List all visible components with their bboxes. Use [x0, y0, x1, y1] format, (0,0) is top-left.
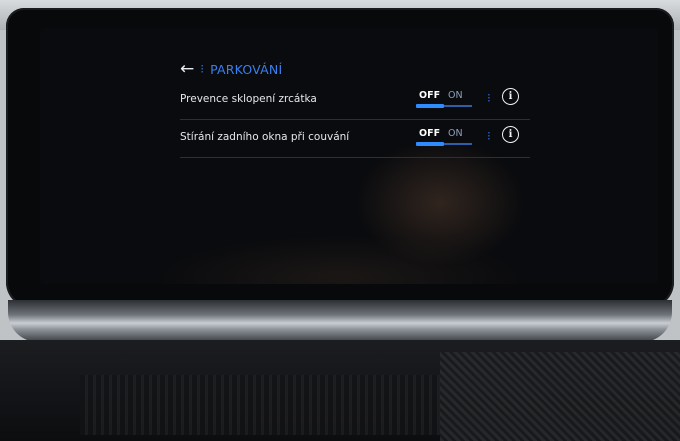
info-icon[interactable]: i [502, 126, 519, 143]
more-dots-icon: ⁝ [487, 129, 491, 143]
header-dots-icon: ⁝ [200, 62, 205, 76]
page-title: PARKOVÁNÍ [210, 61, 283, 77]
toggle-off-label[interactable]: OFF [419, 128, 440, 139]
arrow-left-icon[interactable]: ← [180, 60, 194, 78]
toggle-indicator [416, 142, 444, 146]
setting-row-rear-wiper: Stírání zadního okna při couvání OFF ON … [180, 125, 530, 153]
setting-label: Stírání zadního okna při couvání [180, 131, 350, 143]
on-off-toggle[interactable]: OFF ON [416, 90, 472, 108]
setting-label: Prevence sklopení zrcátka [180, 93, 317, 105]
toggle-on-label[interactable]: ON [448, 128, 463, 139]
row-divider [180, 119, 530, 120]
setting-row-mirror-fold: Prevence sklopení zrcátka OFF ON ⁝ i [180, 87, 530, 115]
toggle-on-label[interactable]: ON [448, 90, 463, 101]
toggle-off-label[interactable]: OFF [419, 90, 440, 101]
carbon-trim [440, 352, 680, 441]
air-vent [80, 375, 440, 435]
on-off-toggle[interactable]: OFF ON [416, 128, 472, 146]
info-icon[interactable]: i [502, 88, 519, 105]
row-divider [180, 157, 530, 158]
chrome-trim [8, 300, 672, 342]
page-header: ← ⁝ PARKOVÁNÍ [180, 58, 282, 80]
infotainment-screen: ← ⁝ PARKOVÁNÍ Prevence sklopení zrcátka … [40, 28, 658, 284]
more-dots-icon: ⁝ [487, 91, 491, 105]
toggle-indicator [416, 104, 444, 108]
